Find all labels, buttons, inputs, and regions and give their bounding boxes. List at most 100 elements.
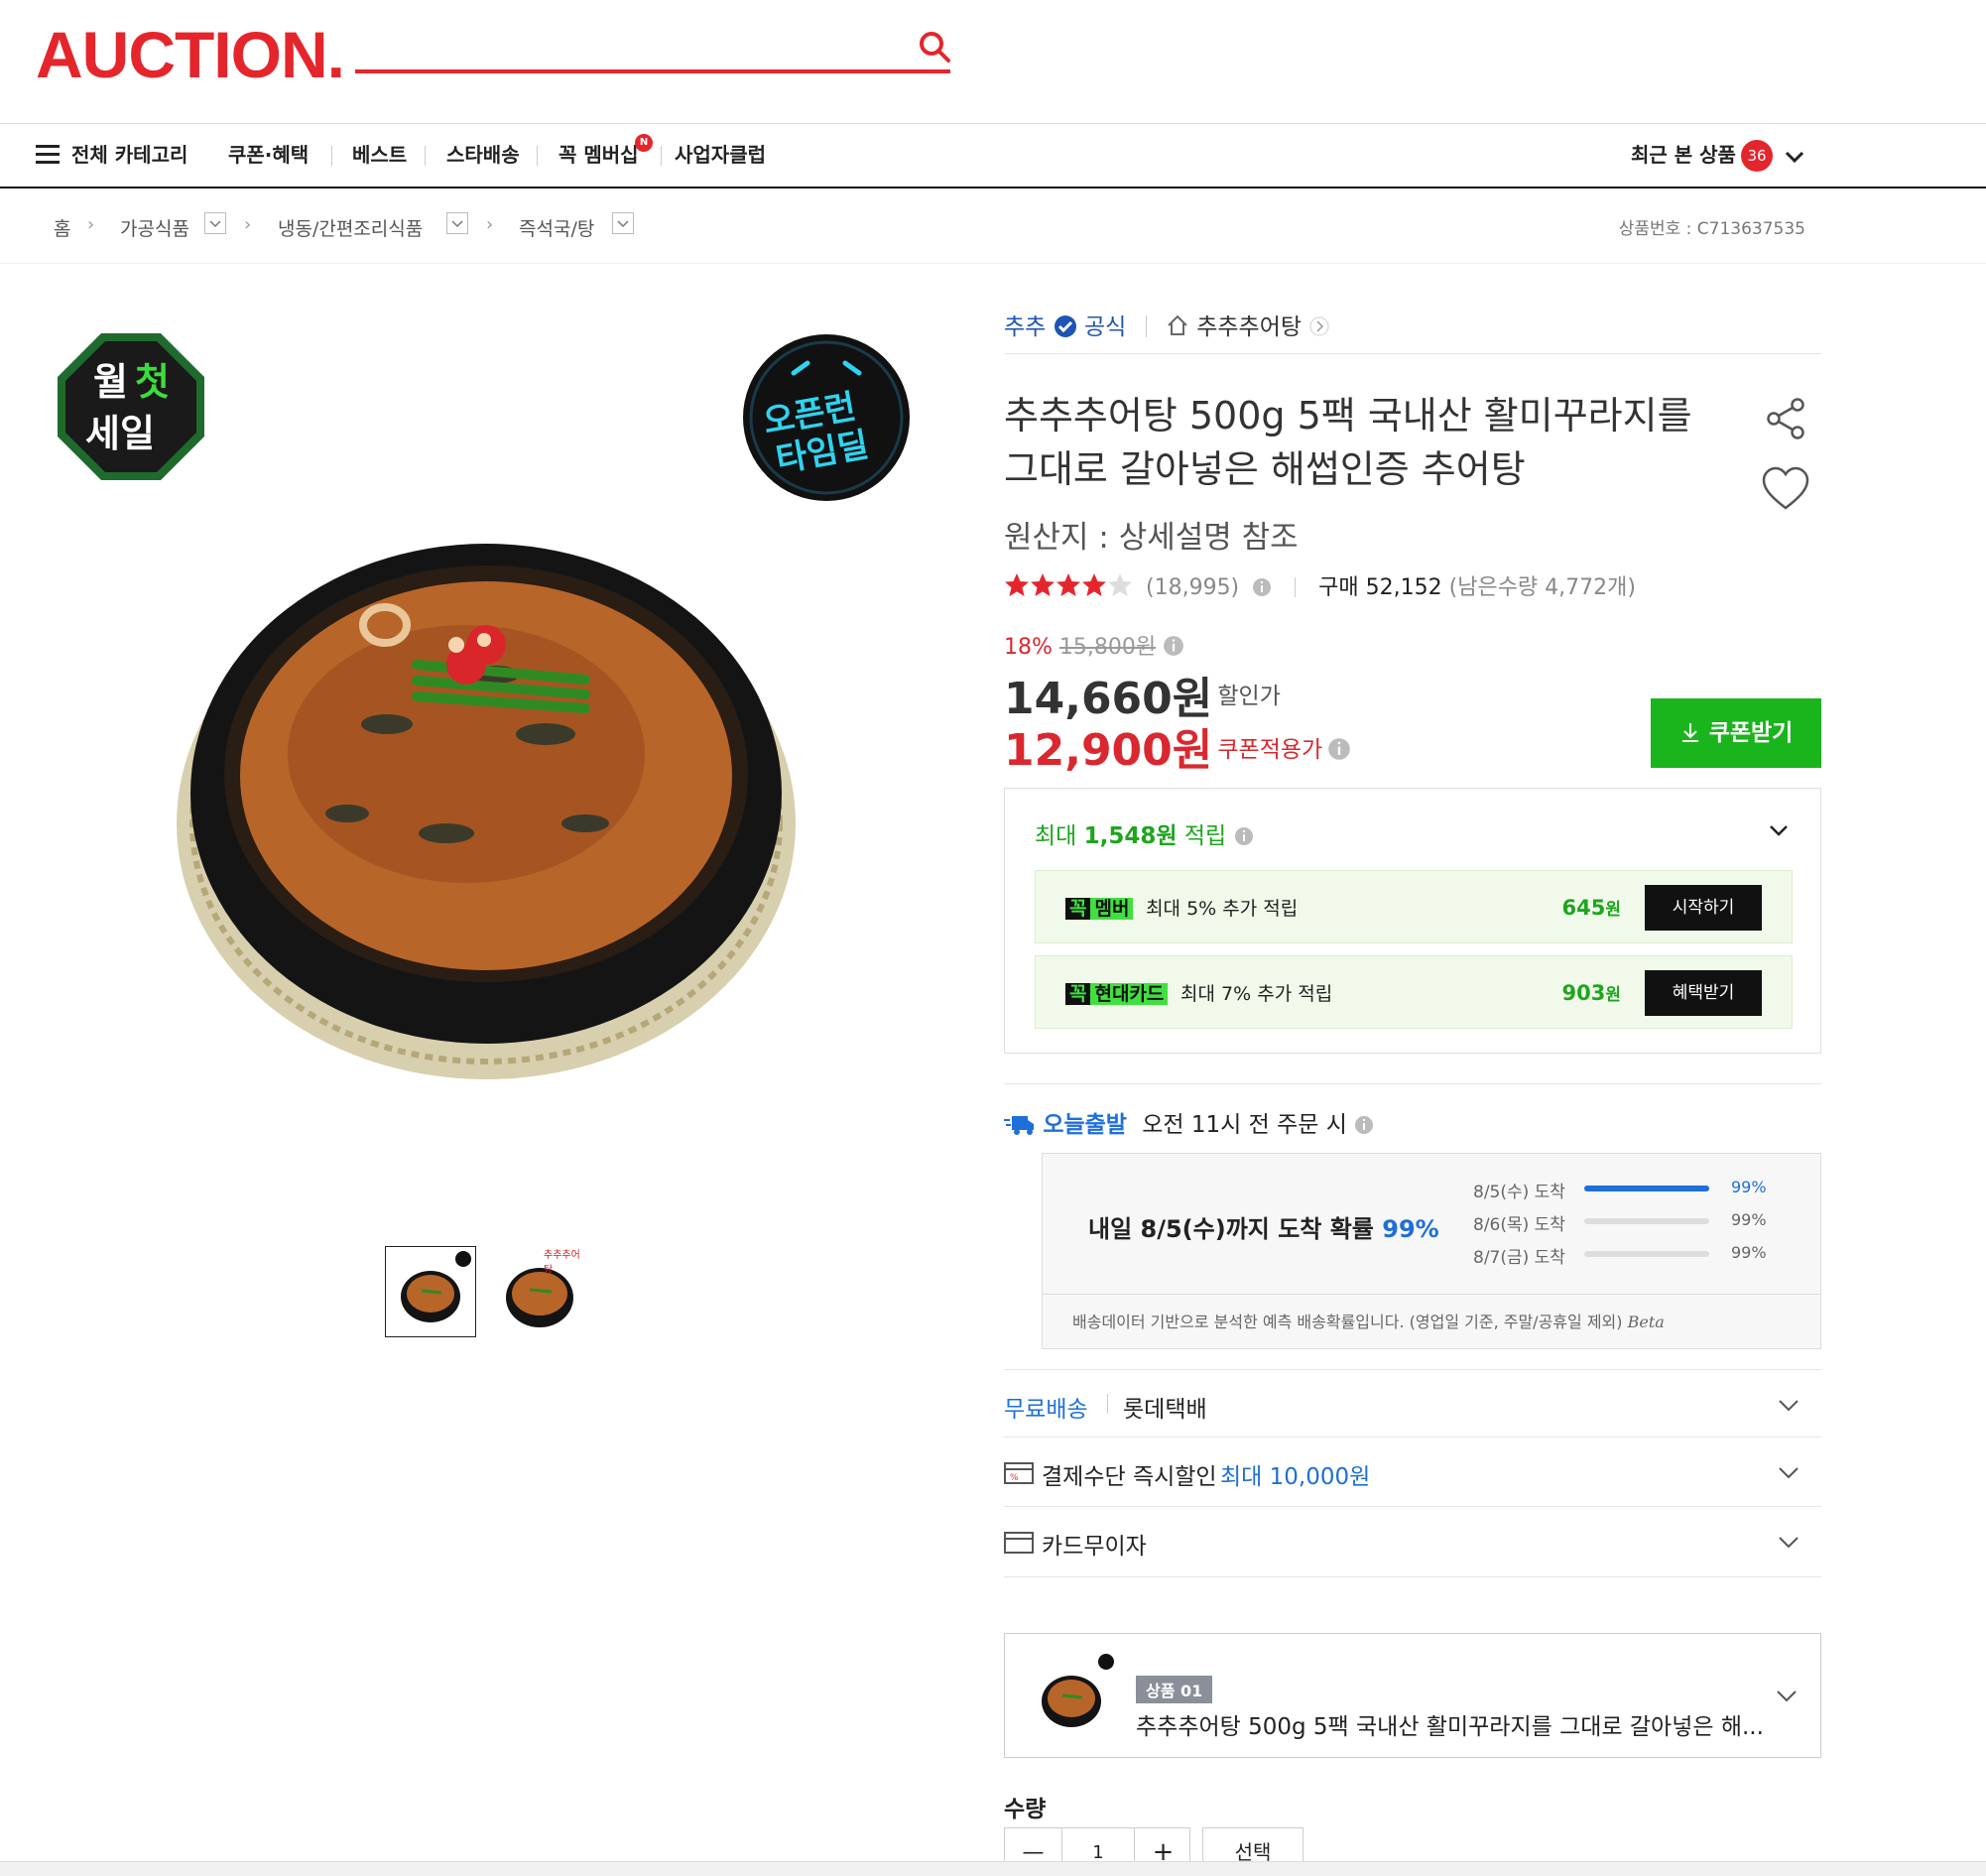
delivery-probability-box: 내일 8/5(수)까지 도착 확률 99% 8/5(수) 도착 99% 8/6(… — [1042, 1153, 1821, 1349]
installment-row[interactable]: 카드무이자 — [1004, 1506, 1821, 1577]
new-badge: N — [635, 134, 653, 152]
open-run-timedeal-badge: 오픈런 타임딜 — [743, 334, 910, 501]
payment-discount-value: 최대 10,000원 — [1220, 1464, 1371, 1490]
all-category-button[interactable]: 전체 카테고리 — [71, 124, 187, 186]
purchase-label: 구매 — [1318, 575, 1359, 600]
probability-fill — [1584, 1186, 1709, 1191]
divider — [1004, 353, 1821, 354]
tag-label: 멤버 — [1090, 898, 1134, 920]
info-icon[interactable] — [1163, 635, 1184, 657]
breadcrumb-item[interactable]: 냉동/간편조리식품 — [278, 214, 423, 241]
dropdown-toggle[interactable] — [612, 212, 634, 234]
fast-delivery-icon — [1004, 1116, 1034, 1135]
shipping-option-row[interactable]: 무료배송 롯데택배 — [1004, 1369, 1821, 1437]
chevron-down-icon[interactable] — [1778, 1531, 1800, 1553]
info-icon[interactable] — [1354, 1115, 1374, 1135]
nav-business-club[interactable]: 사업자클럽 — [675, 124, 766, 186]
share-icon[interactable] — [1762, 395, 1809, 442]
rating-row: (18,995) 구매 52,152 (남은수량 4,772개) — [1004, 569, 1636, 605]
reward-row-amount: 645원 — [1562, 895, 1621, 920]
chevron-down-icon[interactable] — [1778, 1394, 1800, 1416]
product-title: 추추추어탕 500g 5팩 국내산 활미꾸라지를 그대로 갈아넣은 해썹인증 추… — [1004, 394, 1692, 491]
reward-row-amount: 903원 — [1562, 980, 1621, 1005]
purchase-count: 52,152 — [1365, 575, 1442, 600]
chevron-down-icon[interactable] — [1778, 1461, 1800, 1483]
amount-unit: 원 — [1605, 900, 1621, 920]
remaining-stock: (남은수량 4,772개) — [1448, 575, 1636, 600]
auction-logo[interactable]: AUCTION. — [36, 20, 345, 89]
nav-star-delivery[interactable]: 스타배송 — [446, 124, 520, 186]
info-icon[interactable] — [1327, 737, 1351, 761]
nav-membership[interactable]: 꼭 멤버십 — [559, 124, 639, 186]
divider — [1004, 1083, 1821, 1084]
seller-brand[interactable]: 추추 — [1004, 314, 1046, 340]
get-coupon-button[interactable]: 쿠폰받기 — [1651, 698, 1821, 768]
free-shipping-label: 무료배송 — [1004, 1397, 1088, 1423]
headline-text: 내일 8/5(수)까지 도착 확률 — [1088, 1215, 1374, 1243]
product-image — [177, 544, 796, 1079]
thumbnail-2[interactable]: 추추추어탕 — [496, 1246, 587, 1337]
shipping-cutoff: 오전 11시 전 주문 시 — [1142, 1112, 1347, 1138]
nav-coupon[interactable]: 쿠폰·혜택 — [228, 124, 309, 186]
origin-info: 원산지 : 상세설명 참조 — [1004, 520, 1299, 556]
get-benefit-button[interactable]: 혜택받기 — [1645, 970, 1762, 1016]
rating-stars[interactable] — [1004, 572, 1133, 598]
tag-prefix: 꼭 — [1065, 983, 1091, 1005]
verified-icon — [1054, 315, 1076, 337]
review-count[interactable]: (18,995) — [1146, 575, 1239, 600]
chevron-down-icon[interactable] — [1767, 818, 1791, 842]
delivery-headline: 내일 8/5(수)까지 도착 확률 99% — [1088, 1209, 1439, 1244]
divider — [1295, 577, 1297, 597]
store-name-link[interactable]: 추추추어탕 — [1196, 314, 1302, 340]
probability-bar — [1584, 1251, 1709, 1257]
store-home-icon — [1168, 314, 1187, 335]
reward-summary[interactable]: 최대 1,548원 적립 — [1035, 816, 1254, 850]
chevron-right-icon: › — [87, 214, 95, 235]
discount-row: 18% 15,800원 — [1004, 629, 1184, 661]
note-text: 배송데이터 기반으로 분석한 예측 배송확률입니다. (영업일 기준, 주말/공… — [1072, 1313, 1623, 1331]
chevron-right-icon: › — [244, 214, 252, 235]
card-tag: 꼭 현대카드 최대 7% 추가 적립 — [1065, 979, 1332, 1005]
dropdown-toggle[interactable] — [446, 212, 468, 234]
start-membership-button[interactable]: 시작하기 — [1645, 885, 1762, 931]
chevron-down-icon[interactable] — [1784, 146, 1805, 168]
chevron-right-icon: › — [486, 214, 494, 235]
chevron-down-icon — [451, 220, 463, 228]
chevron-down-icon[interactable] — [1775, 1684, 1799, 1707]
info-icon[interactable] — [1234, 826, 1254, 846]
seller-info: 추추 공식 추추추어탕 — [1004, 308, 1330, 343]
membership-reward-row: 꼭 멤버 최대 5% 추가 적립 645원 시작하기 — [1035, 870, 1793, 943]
search-icon[interactable] — [918, 30, 951, 63]
sale-price-label: 할인가 — [1217, 684, 1281, 709]
menu-icon[interactable] — [36, 144, 60, 166]
horizontal-scrollbar[interactable] — [0, 1861, 1986, 1876]
breadcrumb-item[interactable]: 가공식품 — [120, 214, 189, 241]
breadcrumb-item[interactable]: 즉석국/탕 — [519, 214, 594, 241]
info-icon[interactable] — [1252, 577, 1272, 597]
chevron-right-icon[interactable] — [1308, 315, 1330, 337]
probability-pct: 99% — [1731, 1210, 1767, 1229]
thumbnail-label: 추추추어탕 — [544, 1250, 580, 1276]
selected-product-card[interactable]: 상품 01 추추추어탕 500g 5팩 국내산 활미꾸라지를 그대로 갈아넣은 … — [1004, 1633, 1821, 1758]
payment-discount-row[interactable]: % 결제수단 즉시할인 최대 10,000원 — [1004, 1437, 1821, 1506]
breadcrumb-home[interactable]: 홈 — [54, 214, 70, 241]
probability-pct: 99% — [1731, 1243, 1767, 1262]
search-input[interactable] — [355, 69, 950, 73]
recent-products-button[interactable]: 최근 본 상품 — [1631, 124, 1736, 186]
heart-icon[interactable] — [1762, 466, 1809, 512]
nav-best[interactable]: 베스트 — [352, 124, 407, 186]
amount-value: 645 — [1561, 896, 1606, 920]
dropdown-toggle[interactable] — [204, 212, 226, 234]
divider — [1107, 1394, 1108, 1414]
tag-label: 현대카드 — [1090, 983, 1169, 1005]
badge-text: 세일 — [85, 412, 155, 455]
tag-prefix: 꼭 — [1065, 898, 1091, 920]
chevron-down-icon — [209, 220, 221, 228]
payment-card-icon: % — [1004, 1462, 1034, 1484]
amount-unit: 원 — [1605, 985, 1621, 1005]
recent-count-badge: 36 — [1741, 140, 1773, 172]
download-icon — [1681, 723, 1698, 742]
nav-divider — [661, 146, 662, 166]
quantity-label: 수량 — [1004, 1797, 1047, 1822]
thumbnail-1[interactable] — [385, 1246, 476, 1337]
